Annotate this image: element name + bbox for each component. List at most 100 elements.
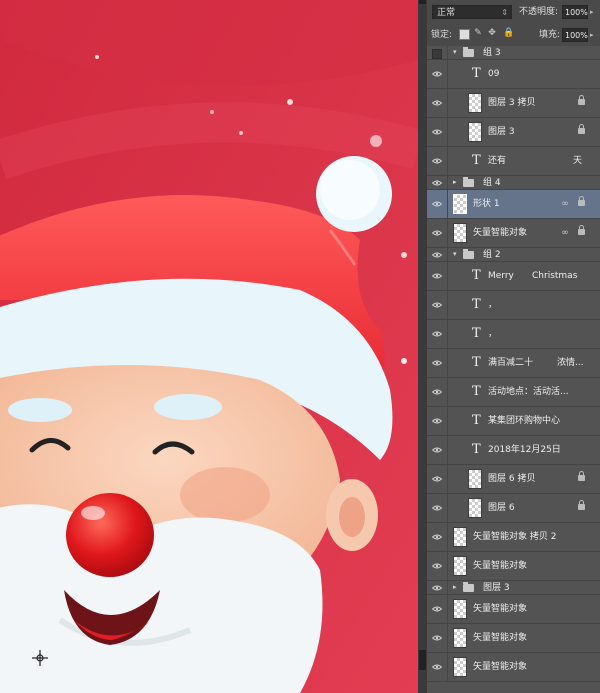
layer-group-row[interactable]: ▾ 组 2 bbox=[427, 248, 600, 262]
panel-divider[interactable] bbox=[418, 0, 427, 693]
layer-row[interactable]: T 活动地点：活动活... bbox=[427, 378, 600, 407]
eye-icon[interactable] bbox=[432, 585, 442, 591]
text-layer-icon: T bbox=[472, 442, 481, 457]
layer-row[interactable]: 图层 3 bbox=[427, 118, 600, 147]
layer-row[interactable]: T 2018年12月25日 bbox=[427, 436, 600, 465]
layer-name: 矢量智能对象 bbox=[473, 662, 528, 672]
layer-group-row[interactable]: ▾ 组 3 bbox=[427, 46, 600, 60]
row-separator bbox=[447, 436, 448, 464]
layer-row[interactable]: 矢量智能对象 bbox=[427, 624, 600, 653]
layer-row[interactable]: T 09 bbox=[427, 60, 600, 89]
layer-row[interactable]: 矢量智能对象 拷贝 2 bbox=[427, 523, 600, 552]
eye-icon[interactable] bbox=[432, 129, 442, 135]
layer-row[interactable]: 矢量智能对象 bbox=[427, 653, 600, 682]
layer-row[interactable]: T 还有 天 bbox=[427, 147, 600, 176]
eye-icon[interactable] bbox=[432, 635, 442, 641]
smart-object-thumbnail bbox=[453, 527, 467, 547]
eye-icon[interactable] bbox=[432, 360, 442, 366]
eye-icon[interactable] bbox=[432, 418, 442, 424]
eye-icon[interactable] bbox=[432, 273, 442, 279]
eye-icon[interactable] bbox=[432, 158, 442, 164]
layer-row[interactable]: 矢量智能对象 bbox=[427, 595, 600, 624]
eye-icon[interactable] bbox=[432, 447, 442, 453]
layer-row[interactable]: T， bbox=[427, 320, 600, 349]
eye-icon[interactable] bbox=[432, 100, 442, 106]
layer-group-row[interactable]: ▸ 组 4 bbox=[427, 176, 600, 190]
row-separator bbox=[447, 262, 448, 290]
layer-name: 矢量智能对象 bbox=[473, 604, 528, 614]
row-separator bbox=[447, 118, 448, 146]
layer-name: 图层 3 bbox=[488, 127, 515, 137]
brush-lock-icon[interactable]: ✎ bbox=[473, 28, 483, 38]
eye-icon[interactable] bbox=[432, 71, 442, 77]
layer-name: 某集团环购物中心 bbox=[488, 416, 561, 426]
lock-all-icon[interactable]: 🔒 bbox=[503, 28, 514, 38]
fill-dropdown-icon[interactable]: ▸ bbox=[590, 28, 594, 42]
row-separator bbox=[447, 494, 448, 522]
layer-row[interactable]: 矢量智能对象 ∞ bbox=[427, 219, 600, 248]
layer-row[interactable]: T Merry Christmas bbox=[427, 262, 600, 291]
eye-icon[interactable] bbox=[432, 534, 442, 540]
document-canvas[interactable] bbox=[0, 0, 418, 693]
folder-icon bbox=[463, 249, 474, 259]
chevron-right-icon[interactable]: ▸ bbox=[453, 583, 457, 591]
layers-panel: 正常 ⇕ 不透明度: 100% ▸ 锁定: ✎ ✥ 🔒 填充: 100% ▸ ▾… bbox=[427, 0, 600, 693]
row-separator bbox=[447, 552, 448, 580]
blend-mode-select[interactable]: 正常 ⇕ bbox=[432, 5, 512, 19]
layer-group-row[interactable]: ▸ 图层 3 bbox=[427, 581, 600, 595]
row-separator bbox=[447, 219, 448, 247]
eye-icon[interactable] bbox=[432, 230, 442, 236]
layer-name: 矢量智能对象 bbox=[473, 228, 528, 238]
eye-icon[interactable] bbox=[432, 505, 442, 511]
row-separator bbox=[447, 248, 448, 261]
fill-input[interactable]: 100% bbox=[562, 28, 588, 42]
lock-transparent-pixels-icon[interactable] bbox=[459, 29, 470, 40]
layer-row[interactable]: T 某集团环购物中心 bbox=[427, 407, 600, 436]
layer-name: 组 4 bbox=[483, 178, 501, 188]
row-separator bbox=[447, 523, 448, 551]
layer-row[interactable]: 形状 1 ∞ bbox=[427, 190, 600, 219]
eye-icon[interactable] bbox=[432, 389, 442, 395]
opacity-dropdown-icon[interactable]: ▸ bbox=[590, 5, 594, 19]
eye-icon[interactable] bbox=[432, 664, 442, 670]
layer-row[interactable]: 图层 3 拷贝 bbox=[427, 89, 600, 118]
eye-icon[interactable] bbox=[432, 201, 442, 207]
layer-name: 矢量智能对象 bbox=[473, 633, 528, 643]
eye-icon[interactable] bbox=[432, 563, 442, 569]
layer-name: 矢量智能对象 拷贝 2 bbox=[473, 532, 557, 542]
layer-name: 图层 6 拷贝 bbox=[488, 474, 536, 484]
eye-icon[interactable] bbox=[432, 606, 442, 612]
eye-icon[interactable] bbox=[432, 476, 442, 482]
opacity-input[interactable]: 100% bbox=[562, 5, 588, 19]
link-icon: ∞ bbox=[561, 228, 569, 238]
visibility-toggle[interactable] bbox=[432, 49, 442, 59]
layer-row[interactable]: 图层 6 bbox=[427, 494, 600, 523]
layer-name: 图层 3 拷贝 bbox=[488, 98, 536, 108]
lock-icon bbox=[578, 196, 585, 206]
move-lock-icon[interactable]: ✥ bbox=[487, 28, 497, 38]
layer-name: 09 bbox=[488, 69, 500, 79]
row-separator bbox=[447, 190, 448, 218]
eye-icon[interactable] bbox=[432, 331, 442, 337]
chevron-right-icon[interactable]: ▸ bbox=[453, 178, 457, 186]
row-separator bbox=[447, 465, 448, 493]
layer-thumbnail bbox=[468, 122, 482, 142]
chevron-down-icon[interactable]: ▾ bbox=[453, 250, 457, 258]
layer-row[interactable]: T 满百减二十 浓情... bbox=[427, 349, 600, 378]
eye-icon[interactable] bbox=[432, 252, 442, 258]
chevron-updown-icon: ⇕ bbox=[501, 8, 508, 17]
row-separator bbox=[447, 147, 448, 175]
text-layer-icon: T bbox=[472, 326, 481, 341]
eye-icon[interactable] bbox=[432, 302, 442, 308]
chevron-down-icon[interactable]: ▾ bbox=[453, 48, 457, 56]
layer-thumbnail bbox=[468, 469, 482, 489]
smart-object-thumbnail bbox=[453, 657, 467, 677]
layer-name: 组 2 bbox=[483, 250, 501, 260]
layer-name-continued: 浓情... bbox=[557, 358, 584, 368]
layer-row[interactable]: 图层 6 拷贝 bbox=[427, 465, 600, 494]
layer-name-continued: Christmas bbox=[532, 271, 578, 281]
layer-row[interactable]: 矢量智能对象 bbox=[427, 552, 600, 581]
text-layer-icon: T bbox=[472, 268, 481, 283]
layer-row[interactable]: T， bbox=[427, 291, 600, 320]
eye-icon[interactable] bbox=[432, 180, 442, 186]
